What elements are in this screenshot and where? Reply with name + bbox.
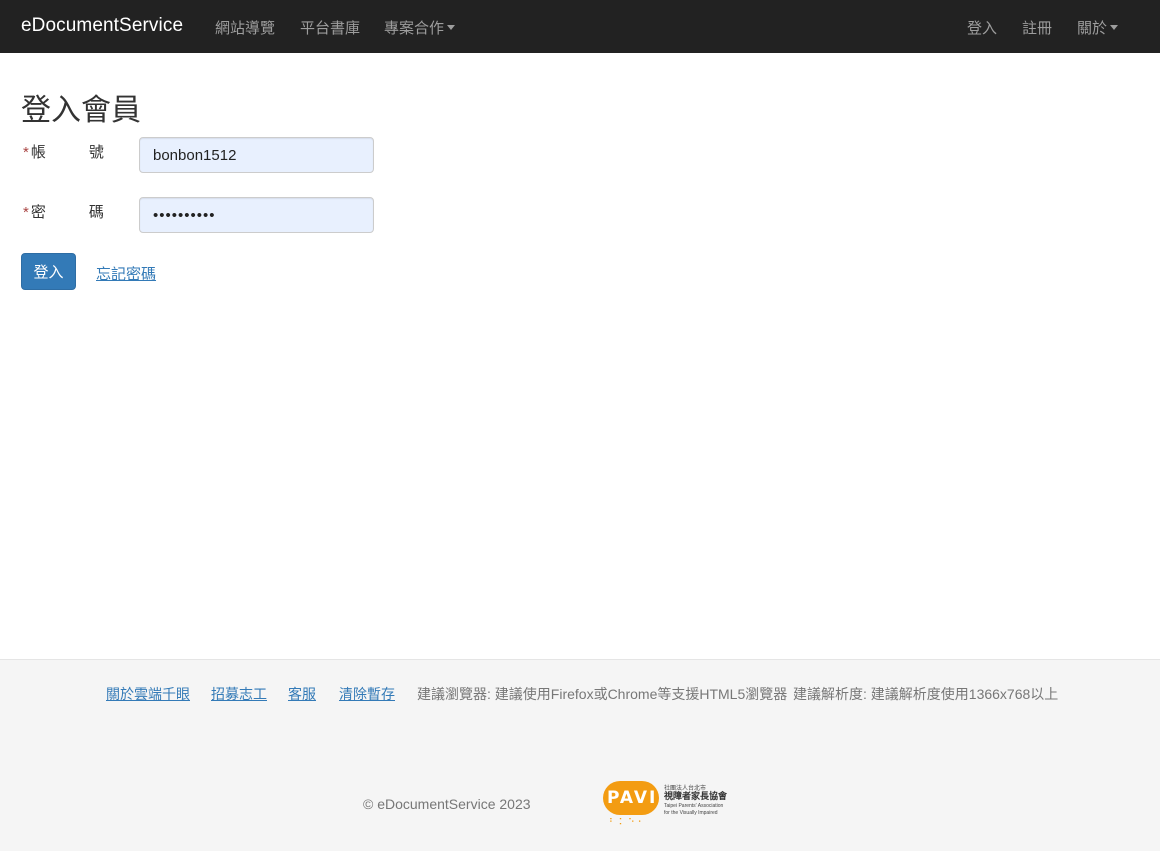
nav-library[interactable]: 平台書庫 <box>300 17 360 38</box>
account-label-char-2: 號 <box>88 144 104 161</box>
nav-projects-dropdown[interactable]: 專案合作 <box>384 17 456 38</box>
pavi-logo[interactable]: PAVI ⠃⠅⠑⠂ 社團法人台北市 視障者家長協會 Taipei Parents… <box>603 779 743 829</box>
password-label: * 密 碼 <box>23 201 104 222</box>
logo-org-name: 視障者家長協會 <box>664 791 728 801</box>
footer-link-support[interactable]: 客服 <box>288 684 316 704</box>
caret-down-icon <box>1110 25 1119 30</box>
login-button[interactable]: 登入 <box>21 253 76 290</box>
brand-link[interactable]: eDocumentService <box>21 15 183 37</box>
account-input[interactable] <box>139 137 374 173</box>
logo-letters: PAVI <box>607 788 658 808</box>
copyright: © eDocumentService 2023 <box>363 796 531 812</box>
required-mark: * <box>23 204 29 221</box>
browser-note: 建議瀏覽器: 建議使用Firefox或Chrome等支援HTML5瀏覽器 <box>417 686 788 702</box>
required-mark: * <box>23 144 29 161</box>
password-input[interactable] <box>139 197 374 233</box>
nav-login[interactable]: 登入 <box>967 17 997 38</box>
resolution-note: 建議解析度: 建議解析度使用1366x768以上 <box>793 686 1059 702</box>
account-label-char-1: 帳 <box>30 144 46 161</box>
page-title: 登入會員 <box>21 94 141 127</box>
logo-org-en-1: Taipei Parents' Association <box>664 803 724 809</box>
caret-down-icon <box>447 25 456 30</box>
top-navbar: eDocumentService 網站導覽 平台書庫 專案合作 登入 註冊 關於 <box>0 0 1160 53</box>
footer: 關於雲端千眼 招募志工 客服 清除暫存 建議瀏覽器: 建議使用Firefox或C… <box>0 659 1160 851</box>
password-label-char-2: 碼 <box>88 204 104 221</box>
footer-link-clear-cache[interactable]: 清除暫存 <box>339 684 395 704</box>
account-label: * 帳 號 <box>23 141 104 162</box>
forgot-password-link[interactable]: 忘記密碼 <box>96 263 156 284</box>
nav-register[interactable]: 註冊 <box>1022 17 1052 38</box>
braille-dots-icon: ⠃⠅⠑⠂ <box>609 817 648 827</box>
footer-link-volunteer[interactable]: 招募志工 <box>211 684 267 704</box>
nav-site-guide[interactable]: 網站導覽 <box>215 17 275 38</box>
nav-about-dropdown[interactable]: 關於 <box>1077 17 1119 38</box>
footer-link-about[interactable]: 關於雲端千眼 <box>106 684 190 704</box>
nav-projects-label: 專案合作 <box>384 20 445 37</box>
nav-about-label: 關於 <box>1077 20 1108 37</box>
password-label-char-1: 密 <box>30 204 46 221</box>
logo-org-en-2: for the Visually Impaired <box>664 810 718 816</box>
